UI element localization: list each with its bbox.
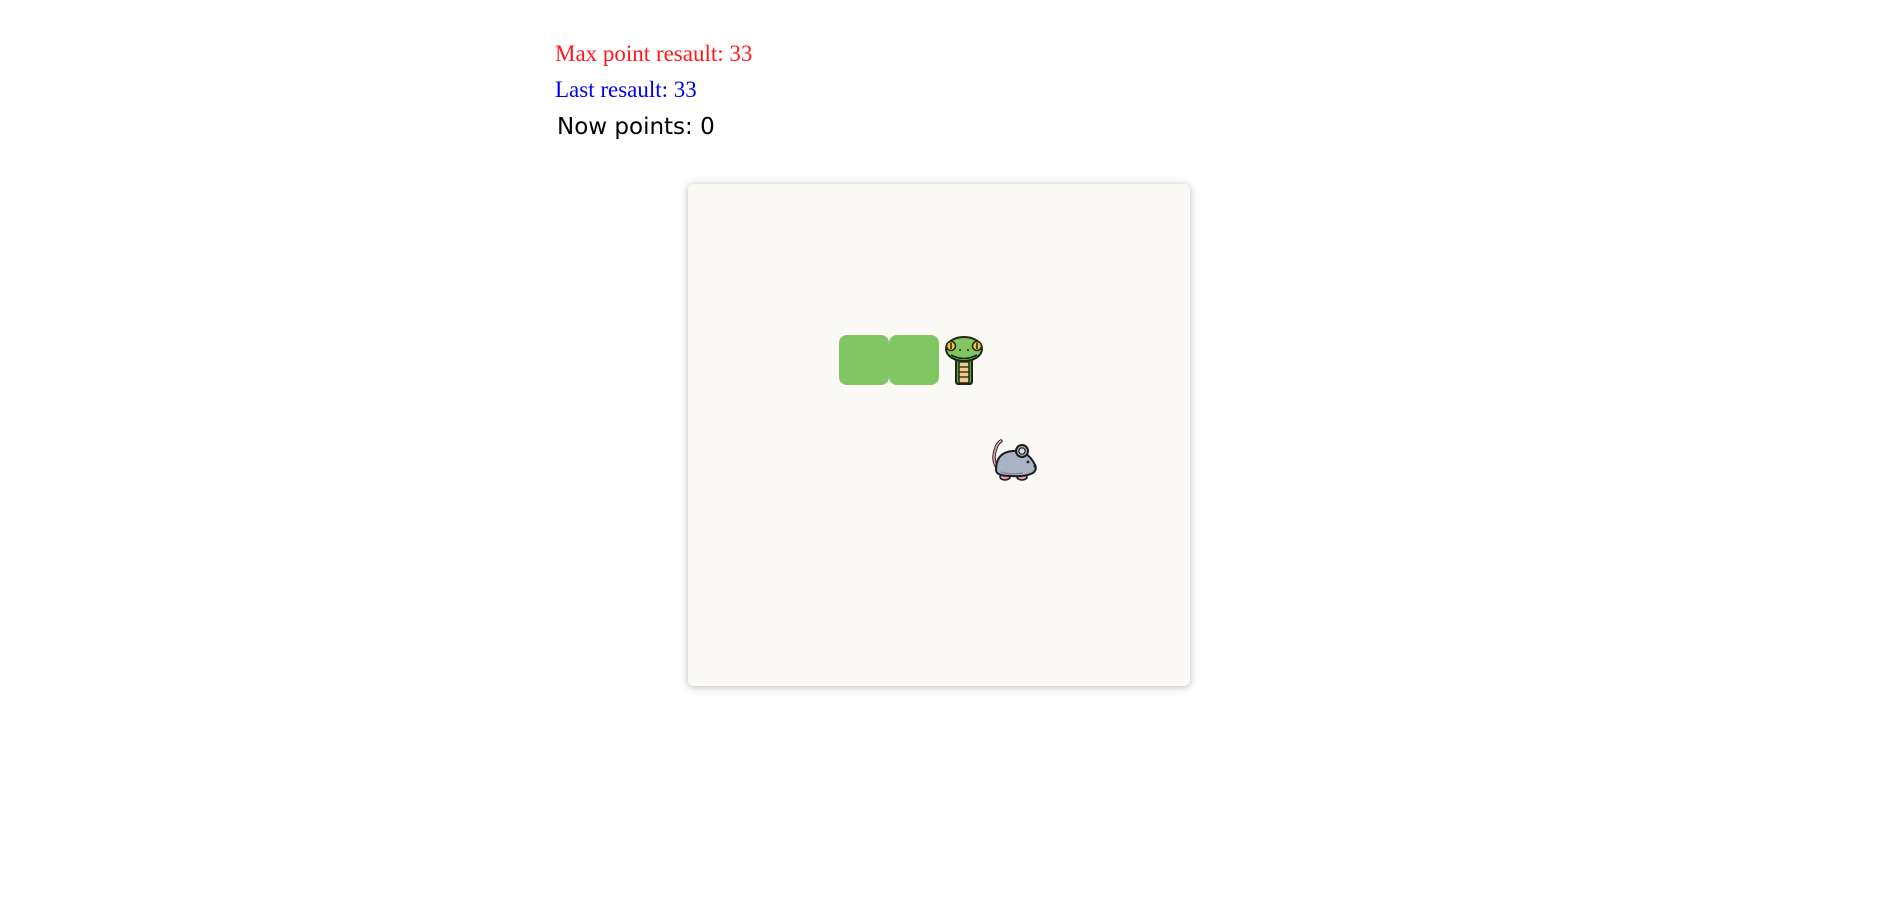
snake-body-segment bbox=[889, 335, 939, 385]
max-score-label: Max point resault: 33 bbox=[555, 41, 753, 66]
score-panel: Max point resault: 33 Last resault: 33 N… bbox=[555, 36, 752, 146]
last-score-label: Last resault: 33 bbox=[555, 77, 697, 102]
snake-head-icon bbox=[939, 335, 989, 385]
snake-body-segment bbox=[839, 335, 889, 385]
mouse-icon bbox=[989, 435, 1039, 485]
game-board[interactable] bbox=[688, 184, 1190, 686]
current-score-label: Now points: 0 bbox=[557, 114, 715, 140]
